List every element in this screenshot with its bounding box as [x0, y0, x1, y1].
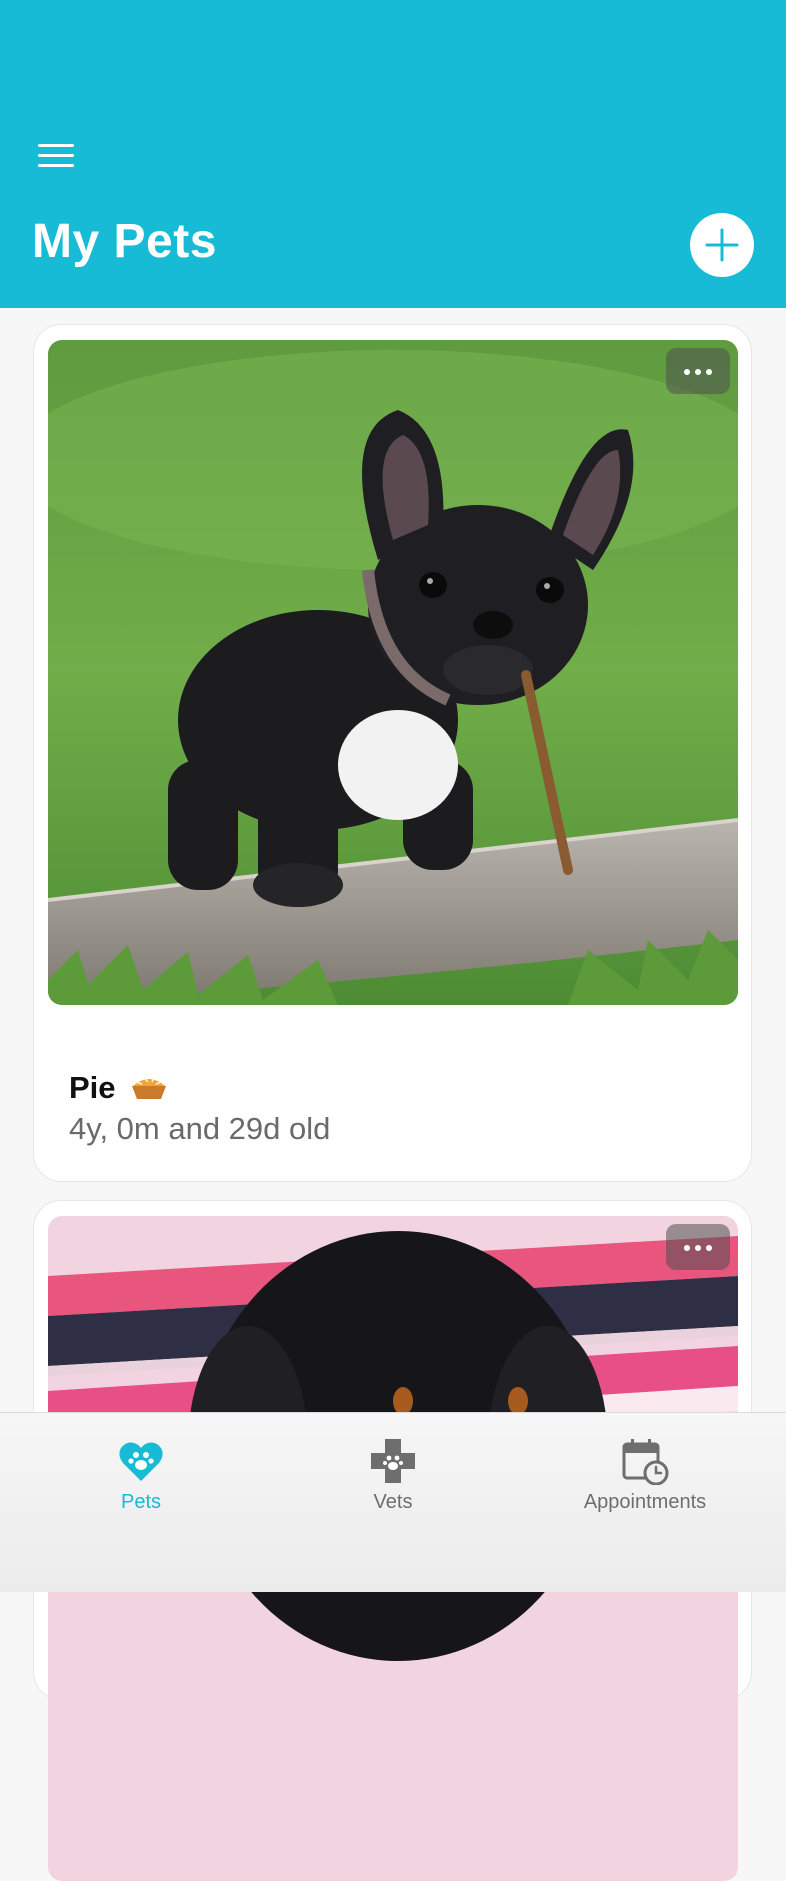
medical-cross-icon	[371, 1439, 415, 1483]
tab-appointments[interactable]: Appointments	[545, 1413, 745, 1523]
more-options-button[interactable]	[666, 1224, 730, 1270]
menu-button[interactable]	[34, 140, 78, 172]
pet-name-row: Pie	[69, 1070, 168, 1110]
plus-icon	[705, 228, 739, 262]
tab-pets[interactable]: Pets	[41, 1413, 241, 1523]
pet-age: 4y, 0m and 29d old	[69, 1111, 331, 1146]
more-dots-icon	[684, 369, 690, 375]
pie-icon	[130, 1072, 168, 1110]
paw-heart-icon	[119, 1442, 163, 1481]
pet-name: Pie	[69, 1070, 116, 1105]
calendar-clock-icon	[622, 1439, 669, 1485]
page-title: My Pets	[32, 215, 217, 268]
more-dots-icon	[684, 1245, 690, 1251]
add-pet-button[interactable]	[690, 213, 754, 277]
pet-photo	[48, 340, 738, 1005]
bottom-tab-bar: Pets Vets Appointments	[0, 1412, 786, 1592]
more-options-button[interactable]	[666, 348, 730, 394]
pet-card[interactable]: Pie 4y, 0m and 29d old	[33, 324, 752, 1182]
tab-label: Pets	[120, 1491, 162, 1513]
app-header: My Pets	[0, 0, 786, 308]
tab-label: Vets	[373, 1491, 413, 1513]
tab-vets[interactable]: Vets	[293, 1413, 493, 1523]
tab-label: Appointments	[583, 1491, 707, 1513]
hamburger-icon	[38, 144, 74, 147]
